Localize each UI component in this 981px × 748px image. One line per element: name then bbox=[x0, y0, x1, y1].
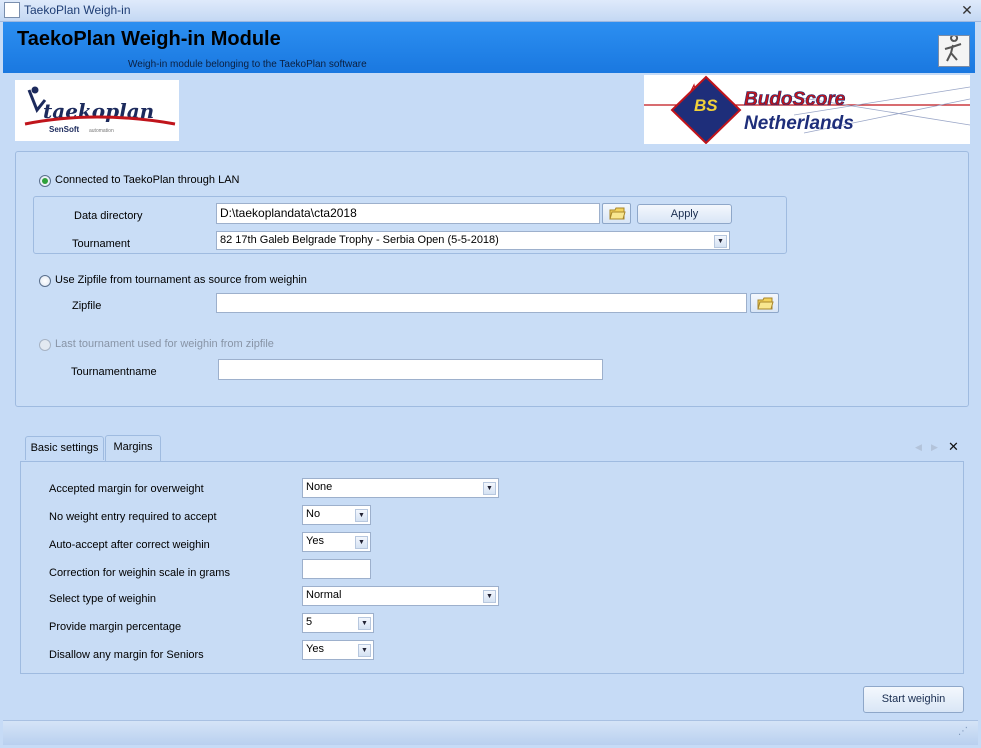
seniors-margin-select[interactable]: Yes ▼ bbox=[302, 640, 374, 660]
auto-accept-select[interactable]: Yes ▼ bbox=[302, 532, 371, 552]
fighter-icon bbox=[938, 34, 970, 67]
margin-label-auto-accept: Auto-accept after correct weighin bbox=[49, 539, 210, 551]
start-weighin-button[interactable]: Start weighin bbox=[863, 686, 964, 713]
browse-zipfile-button[interactable] bbox=[750, 293, 779, 313]
no-weight-entry-value: No bbox=[306, 508, 321, 520]
sensoft-brand: SenSoft bbox=[49, 125, 80, 134]
zipfile-input[interactable] bbox=[216, 293, 747, 313]
seniors-margin-value: Yes bbox=[306, 643, 324, 655]
chevron-down-icon[interactable]: ▼ bbox=[355, 509, 368, 522]
zipfile-radio-label: Use Zipfile from tournament as source fr… bbox=[55, 274, 307, 286]
margin-percentage-value: 5 bbox=[306, 616, 313, 628]
tab-scroll-right-icon[interactable]: ▶ bbox=[931, 442, 938, 453]
tab-scroll-left-icon[interactable]: ◀ bbox=[915, 442, 922, 453]
data-directory-input[interactable]: D:\taekoplandata\cta2018 bbox=[216, 203, 600, 224]
no-weight-entry-select[interactable]: No ▼ bbox=[302, 505, 371, 525]
margin-label-overweight: Accepted margin for overweight bbox=[49, 483, 204, 495]
tournamentname-input[interactable] bbox=[218, 359, 603, 380]
chevron-down-icon[interactable]: ▼ bbox=[358, 644, 371, 657]
chevron-down-icon[interactable]: ▼ bbox=[355, 536, 368, 549]
tab-close-icon[interactable]: ✕ bbox=[948, 439, 959, 455]
lan-radio-label: Connected to TaekoPlan through LAN bbox=[55, 174, 240, 186]
close-icon[interactable]: ✕ bbox=[958, 1, 976, 19]
scale-correction-input[interactable] bbox=[302, 559, 371, 579]
resize-grip-icon[interactable]: ⋰ bbox=[958, 726, 968, 737]
status-bar: ⋰ bbox=[3, 720, 978, 745]
folder-icon bbox=[609, 207, 626, 220]
data-directory-label: Data directory bbox=[74, 210, 143, 222]
last-tournament-label: Last tournament used for weighin from zi… bbox=[55, 338, 274, 350]
page-title: TaekoPlan Weigh-in Module bbox=[17, 28, 281, 50]
budoscore-line1: BudoScore bbox=[744, 89, 846, 110]
app-icon bbox=[4, 2, 20, 18]
browse-directory-button[interactable] bbox=[602, 203, 631, 224]
title-bar: TaekoPlan Weigh-in ✕ bbox=[0, 0, 981, 22]
lan-radio[interactable] bbox=[39, 175, 51, 187]
sensoft-brand-sub: automation bbox=[89, 128, 114, 134]
header-banner: TaekoPlan Weigh-in Module Weigh-in modul… bbox=[3, 22, 975, 73]
weighin-type-select[interactable]: Normal ▼ bbox=[302, 586, 499, 606]
taekoplan-logo: taekoplan SenSoft automation bbox=[15, 80, 179, 141]
auto-accept-value: Yes bbox=[306, 535, 324, 547]
margin-label-percentage: Provide margin percentage bbox=[49, 621, 182, 633]
tab-basic-settings[interactable]: Basic settings bbox=[25, 436, 104, 460]
window-title: TaekoPlan Weigh-in bbox=[24, 3, 131, 17]
margin-label-seniors: Disallow any margin for Seniors bbox=[49, 649, 204, 661]
overweight-margin-value: None bbox=[306, 481, 333, 493]
tournament-select[interactable]: 82 17th Galeb Belgrade Trophy - Serbia O… bbox=[216, 231, 730, 250]
chevron-down-icon[interactable]: ▼ bbox=[483, 590, 496, 603]
budoscore-mark: BS bbox=[694, 96, 718, 115]
chevron-down-icon[interactable]: ▼ bbox=[483, 482, 496, 495]
overweight-margin-select[interactable]: None ▼ bbox=[302, 478, 499, 498]
margin-label-no-weight: No weight entry required to accept bbox=[49, 511, 217, 523]
apply-button[interactable]: Apply bbox=[637, 204, 732, 224]
margin-percentage-select[interactable]: 5 ▼ bbox=[302, 613, 374, 633]
budoscore-logo: BS BudoScore Netherlands bbox=[644, 75, 971, 145]
weighin-type-value: Normal bbox=[306, 589, 342, 601]
tournament-label: Tournament bbox=[72, 238, 131, 250]
folder-icon bbox=[757, 297, 774, 310]
zipfile-label: Zipfile bbox=[72, 300, 102, 312]
tournamentname-label: Tournamentname bbox=[71, 366, 157, 378]
budoscore-line2: Netherlands bbox=[744, 113, 854, 134]
chevron-down-icon[interactable]: ▼ bbox=[714, 235, 727, 248]
tab-margins[interactable]: Margins bbox=[105, 435, 161, 462]
page-subtitle: Weigh-in module belonging to the TaekoPl… bbox=[128, 59, 367, 70]
tournament-select-value: 82 17th Galeb Belgrade Trophy - Serbia O… bbox=[220, 234, 499, 246]
margin-label-weighin-type: Select type of weighin bbox=[49, 593, 157, 605]
zipfile-radio[interactable] bbox=[39, 275, 51, 287]
last-tournament-radio[interactable] bbox=[39, 339, 51, 351]
chevron-down-icon[interactable]: ▼ bbox=[358, 617, 371, 630]
margin-label-correction: Correction for weighin scale in grams bbox=[49, 567, 230, 579]
